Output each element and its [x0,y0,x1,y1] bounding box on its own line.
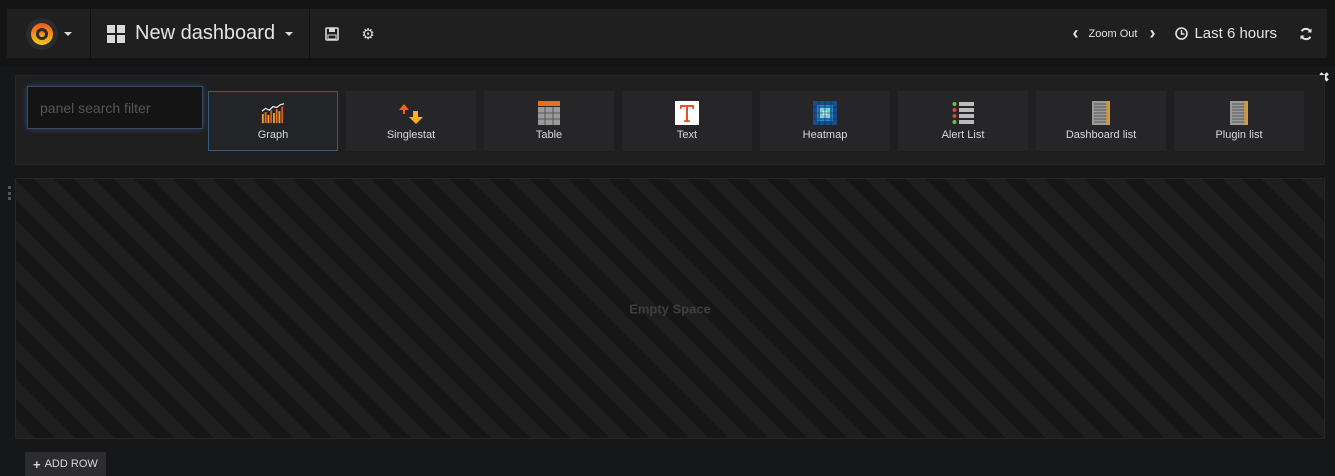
dashboard-title-button[interactable]: New dashboard [91,9,311,58]
plus-icon: + [33,456,41,472]
panel-type-label: Singlestat [386,129,436,141]
empty-space-panel: Empty Space [15,178,1325,439]
refresh-button[interactable] [1287,9,1327,58]
panel-type-label: Table [535,129,563,141]
panel-type-plugin-list[interactable]: Plugin list [1174,91,1304,151]
panel-type-graph[interactable]: Graph [208,91,338,151]
panel-type-label: Plugin list [1215,129,1263,141]
panel-type-text[interactable]: Text [622,91,752,151]
row-drag-handle[interactable] [8,186,11,200]
panel-type-list: Graph Singlestat Table Text Heatmap Aler… [208,91,1304,151]
graph-icon [261,101,285,125]
refresh-icon [1300,27,1312,40]
time-range-label: Last 6 hours [1194,25,1277,42]
panel-type-singlestat[interactable]: Singlestat [346,91,476,151]
table-icon [537,101,561,125]
panel-type-label: Alert List [941,129,985,141]
chevron-down-icon [63,31,72,36]
panel-type-heatmap[interactable]: Heatmap [760,91,890,151]
save-icon [325,26,339,41]
grafana-menu-button[interactable] [7,9,91,58]
save-dashboard-button[interactable] [310,9,354,58]
add-row-label: ADD ROW [44,458,98,470]
heatmap-icon [813,101,837,125]
panel-picker: Graph Singlestat Table Text Heatmap [15,75,1325,165]
dashboard-settings-button[interactable]: ⚙ [354,9,382,58]
top-navbar: New dashboard ⚙ ‹ Zoom Out › Last 6 hour… [0,0,1335,67]
empty-space-label: Empty Space [629,301,711,316]
dashboard-list-icon [1089,101,1113,125]
chevron-down-icon [285,31,294,36]
text-icon [675,101,699,125]
dashboard-grid-icon [107,24,125,43]
time-controls: ‹ Zoom Out › Last 6 hours [1063,9,1327,58]
panel-type-alert-list[interactable]: Alert List [898,91,1028,151]
add-row-button[interactable]: + ADD ROW [25,452,106,476]
zoom-out-label: Zoom Out [1088,27,1138,40]
panel-type-table[interactable]: Table [484,91,614,151]
alert-list-icon [951,101,975,125]
grafana-logo-icon [25,17,58,50]
zoom-out-button[interactable]: ‹ Zoom Out › [1063,9,1166,58]
panel-search-input[interactable] [27,86,203,129]
singlestat-icon [399,101,423,125]
plugin-list-icon [1227,101,1251,125]
gear-icon: ⚙ [361,25,375,43]
panel-type-label: Graph [257,129,289,141]
panel-type-label: Heatmap [802,129,848,141]
clock-icon [1175,27,1189,40]
chevron-left-icon: ‹ [1072,23,1079,43]
time-range-picker[interactable]: Last 6 hours [1165,9,1287,58]
panel-type-dashboard-list[interactable]: Dashboard list [1036,91,1166,151]
panel-type-label: Text [676,129,698,141]
dashboard-title: New dashboard [135,22,276,44]
navbar-inner: New dashboard ⚙ ‹ Zoom Out › Last 6 hour… [6,8,1328,59]
panel-type-label: Dashboard list [1065,129,1137,141]
chevron-right-icon: › [1149,23,1156,43]
